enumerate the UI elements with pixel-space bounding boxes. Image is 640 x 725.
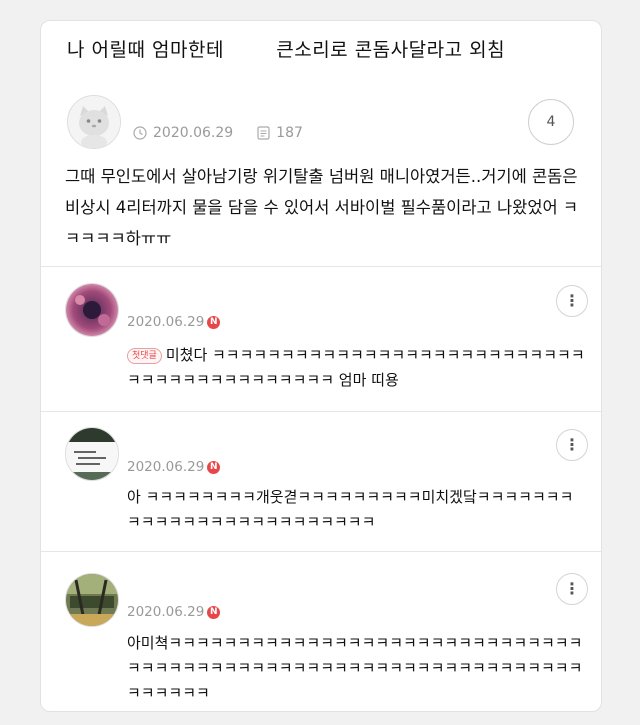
comment-avatar[interactable] — [65, 427, 119, 481]
kebab-icon: ⋮ — [564, 435, 580, 454]
divider — [41, 266, 601, 267]
divider — [41, 551, 601, 552]
comment-text: 아미쳑ㅋㅋㅋㅋㅋㅋㅋㅋㅋㅋㅋㅋㅋㅋㅋㅋㅋㅋㅋㅋㅋㅋㅋㅋㅋㅋㅋㅋㅋㅋㅋㅋㅋㅋㅋㅋㅋ… — [127, 634, 583, 702]
clock-icon — [133, 126, 147, 140]
comment-date: 2020.06.29 N — [127, 459, 221, 475]
post-card: 나 어릴때 엄마한테 큰소리로 콘돔사달라고 외침 2020.06.29 187… — [40, 20, 602, 712]
comment-avatar[interactable] — [65, 283, 119, 337]
new-badge: N — [207, 460, 221, 474]
kebab-icon: ⋮ — [564, 579, 580, 598]
comment-count-button[interactable]: 4 — [528, 99, 574, 145]
kebab-icon: ⋮ — [564, 291, 580, 310]
text-image-avatar-icon — [66, 428, 118, 480]
comment-text: 첫댓글 미쳤다 ㅋㅋㅋㅋㅋㅋㅋㅋㅋㅋㅋㅋㅋㅋㅋㅋㅋㅋㅋㅋㅋㅋㅋㅋㅋㅋㅋㅋㅋㅋㅋㅋㅋ… — [127, 346, 585, 389]
author-avatar[interactable] — [67, 95, 121, 149]
new-badge: N — [207, 315, 221, 329]
new-badge: N — [207, 605, 221, 619]
cat-avatar-icon — [68, 96, 120, 148]
comment-more-button[interactable]: ⋮ — [556, 573, 588, 605]
divider — [41, 411, 601, 412]
post-date: 2020.06.29 — [153, 125, 234, 141]
first-comment-badge: 첫댓글 — [127, 348, 162, 364]
post-meta: 2020.06.29 187 — [133, 125, 303, 141]
scenery-avatar-icon — [66, 574, 118, 626]
post-body: 그때 무인도에서 살아남기랑 위기탈출 넘버원 매니아였거든..거기에 콘돔은 … — [65, 167, 579, 248]
comment-more-button[interactable]: ⋮ — [556, 285, 588, 317]
comment-date: 2020.06.29 N — [127, 314, 221, 330]
comment-more-button[interactable]: ⋮ — [556, 429, 588, 461]
document-icon — [257, 126, 270, 140]
flower-avatar-icon — [66, 284, 118, 336]
comment-date: 2020.06.29 N — [127, 604, 221, 620]
view-count: 187 — [276, 125, 303, 141]
comment-text: 아 ㅋㅋㅋㅋㅋㅋㅋㅋ개웃겯ㅋㅋㅋㅋㅋㅋㅋㅋㅋ미치겠닼ㅋㅋㅋㅋㅋㅋㅋㅋㅋㅋㅋㅋㅋㅋ… — [127, 488, 574, 531]
comment-avatar[interactable] — [65, 573, 119, 627]
post-title: 나 어릴때 엄마한테 큰소리로 콘돔사달라고 외침 — [67, 39, 506, 61]
